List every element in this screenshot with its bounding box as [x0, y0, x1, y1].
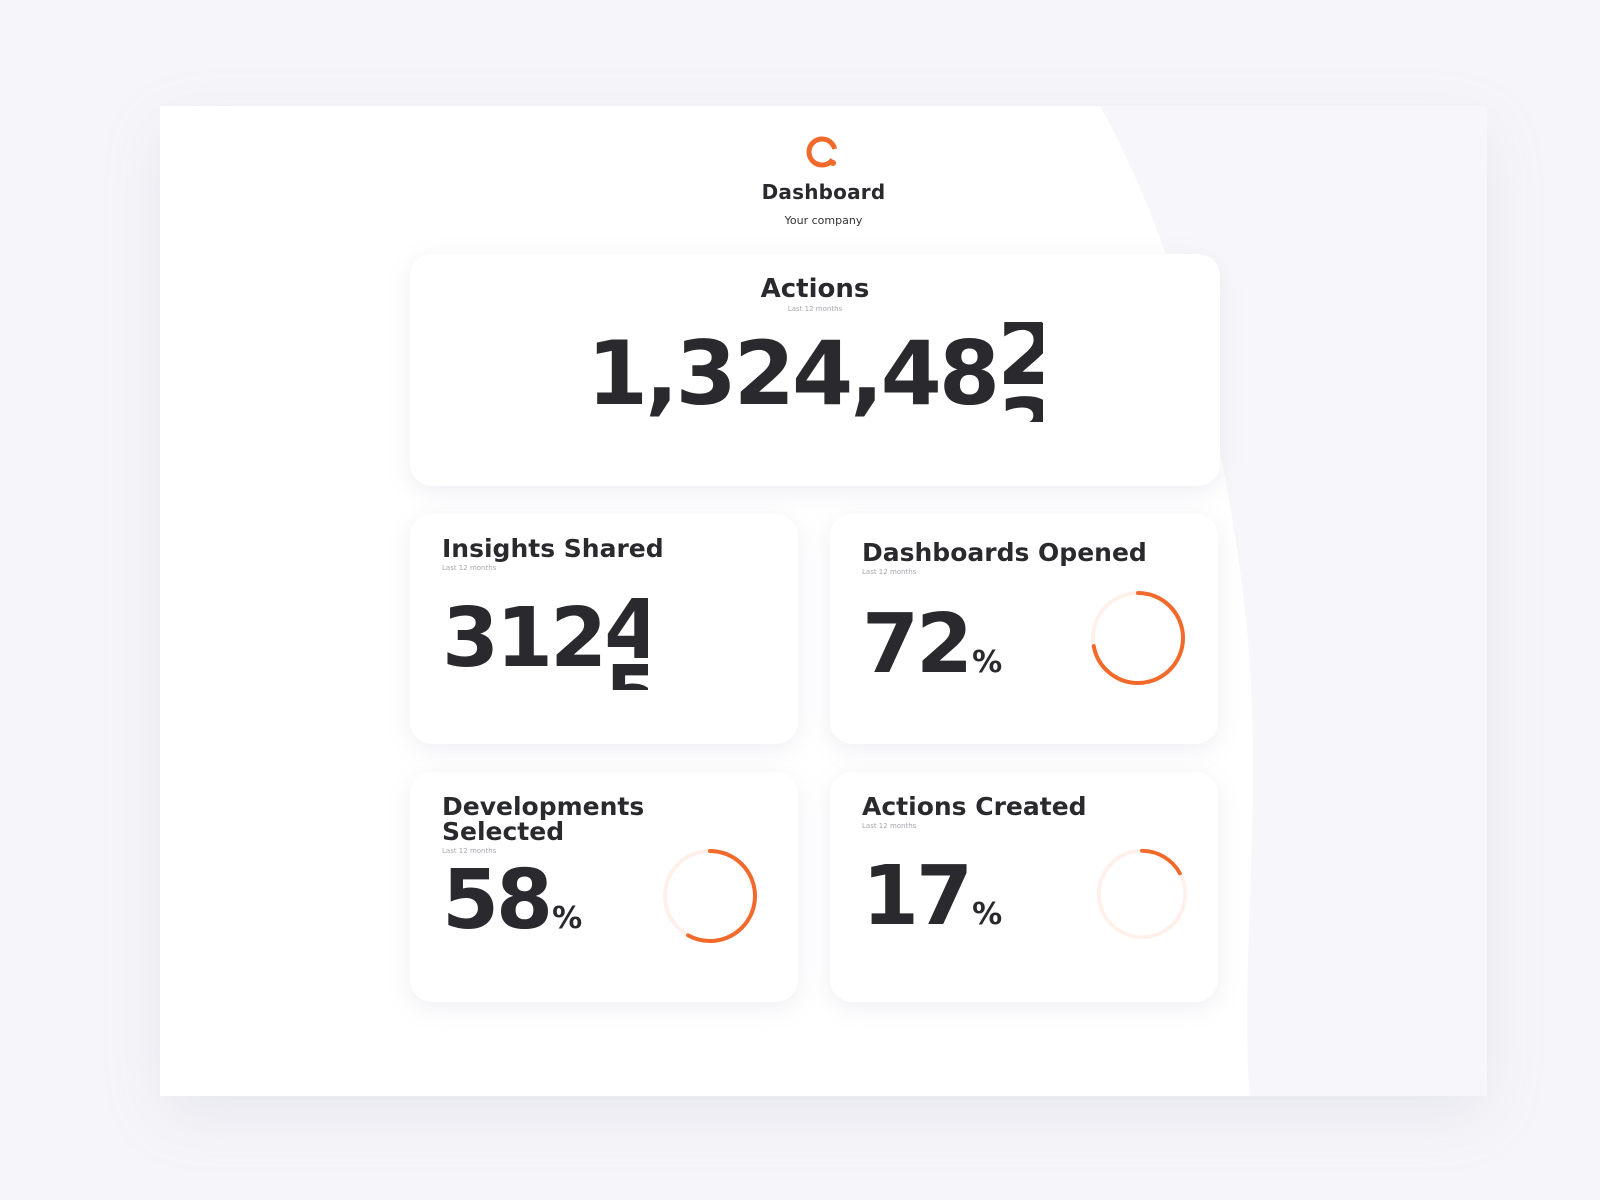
card-subtitle: Last 12 months — [442, 564, 497, 572]
actions-counter: 1,324,4823 — [410, 322, 1220, 425]
developments-selected-card[interactable]: Developments Selected Last 12 months 58% — [410, 772, 798, 1002]
percent-value: 72% — [862, 604, 1002, 686]
card-title: Actions Created — [862, 792, 1087, 821]
card-title: Insights Shared — [442, 534, 664, 563]
percent-unit: % — [972, 645, 1003, 680]
insights-shared-card[interactable]: Insights Shared Last 12 months 31245 — [410, 514, 798, 744]
progress-ring — [1091, 591, 1185, 685]
card-subtitle: Last 12 months — [787, 305, 843, 313]
card-subtitle: Last 12 months — [862, 822, 917, 830]
card-title: Actions — [760, 274, 870, 304]
progress-ring — [1096, 848, 1188, 940]
percent-unit: % — [972, 897, 1003, 932]
percent-value: 17% — [862, 856, 1002, 938]
actions-created-card[interactable]: Actions Created Last 12 months 17% — [830, 772, 1218, 1002]
value-number: 72 — [862, 597, 973, 692]
ring-logo-icon — [806, 136, 837, 168]
rolling-digit: 45 — [604, 598, 648, 690]
counter-value: 312 — [442, 591, 607, 686]
percent-unit: % — [552, 901, 583, 936]
dashboard-window: Dashboard Your company Actions Last 12 m… — [160, 106, 1487, 1096]
card-title: Dashboards Opened — [862, 538, 1147, 567]
percent-value: 58% — [442, 860, 582, 942]
value-number: 58 — [442, 853, 553, 948]
counter-value: 1,324,48 — [586, 322, 1000, 425]
card-subtitle: Last 12 months — [862, 568, 917, 576]
actions-card[interactable]: Actions Last 12 months 1,324,4823 — [410, 254, 1220, 486]
digit-next: 5 — [604, 656, 648, 691]
card-title: Developments Selected — [442, 792, 645, 846]
insights-counter: 31245 — [442, 598, 648, 691]
company-name: Your company — [784, 214, 863, 227]
page-header: Dashboard Your company — [160, 134, 1487, 227]
digit-next: 3 — [997, 388, 1043, 423]
value-number: 17 — [862, 849, 973, 944]
progress-ring — [663, 849, 757, 943]
dashboards-opened-card[interactable]: Dashboards Opened Last 12 months 72% — [830, 514, 1218, 744]
rolling-digit: 23 — [997, 322, 1043, 422]
page-title: Dashboard — [761, 180, 886, 204]
